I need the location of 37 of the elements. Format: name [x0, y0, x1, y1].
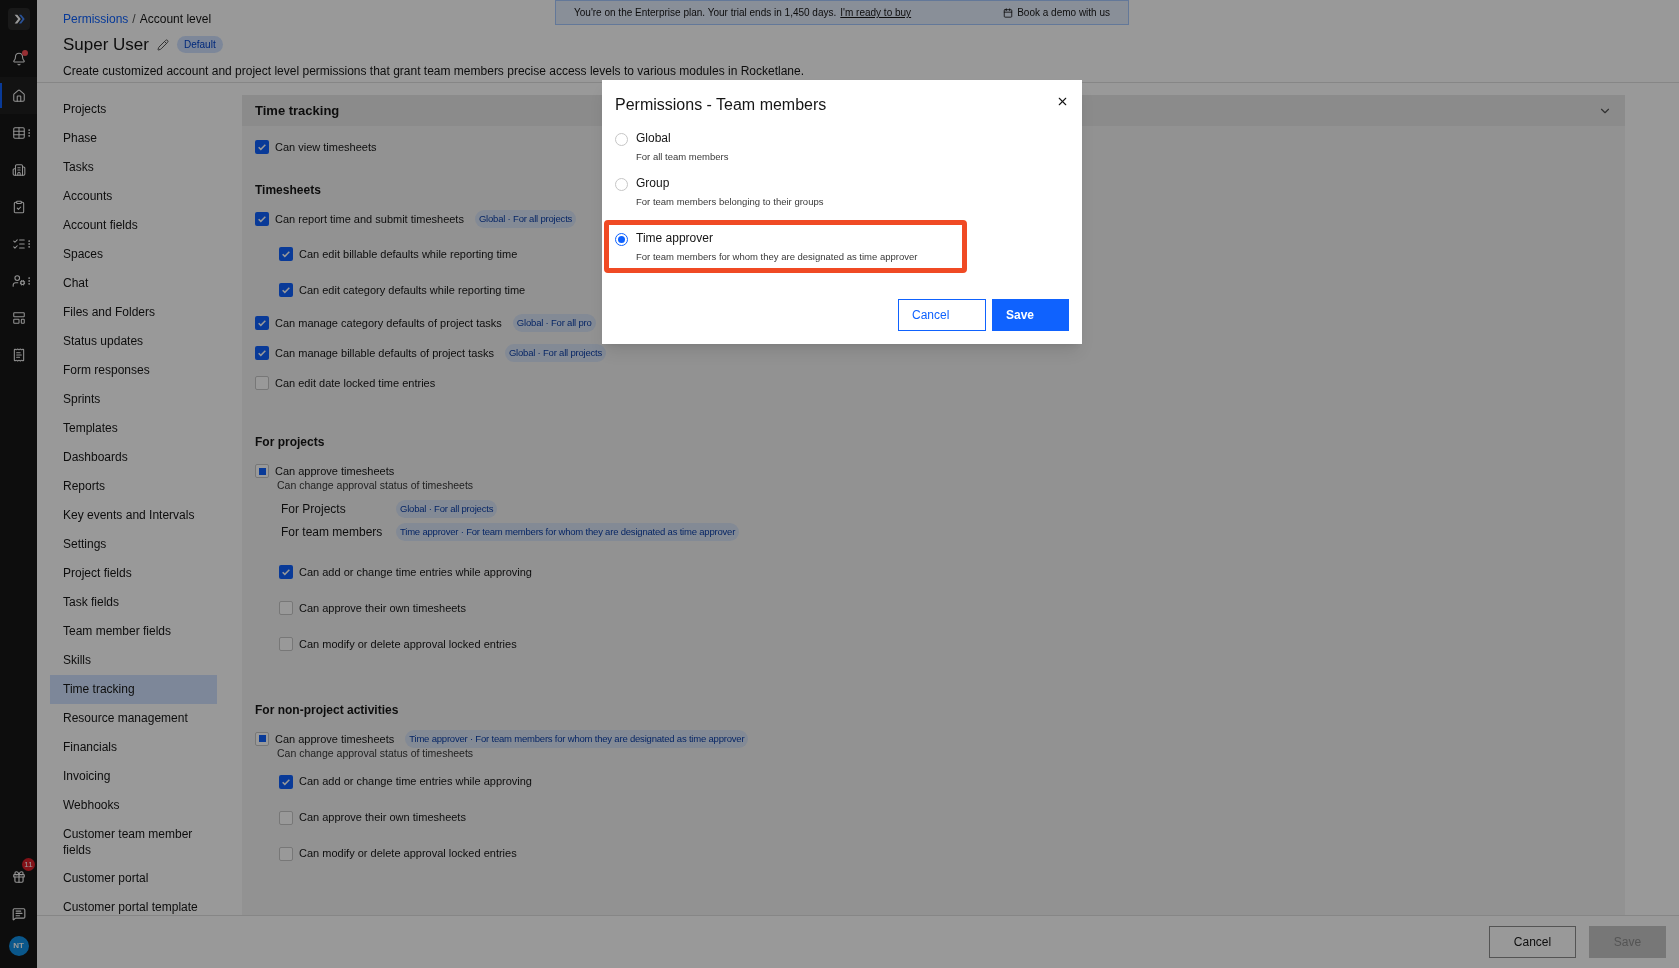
option-description: For all team members: [636, 150, 729, 164]
count-badge: 11: [22, 858, 35, 871]
group-heading: For non-project activities: [255, 701, 399, 719]
section-title: Time tracking: [255, 101, 340, 120]
trial-message: You're on the Enterprise plan. Your trial ends in 1,450 days.: [574, 6, 837, 20]
permission-label: Can edit date locked time entries: [275, 375, 436, 391]
permission-label: Can edit category defaults while reporting time: [299, 282, 526, 298]
default-tag: Default: [177, 36, 223, 54]
permission-label: Can manage billable defaults of project tasks: [275, 345, 494, 361]
permission-hint: Can change approval status of timesheets: [276, 478, 475, 493]
permission-label: Can approve their own timesheets: [299, 600, 466, 616]
group-heading: For projects: [255, 434, 325, 451]
permission-hint: Can change approval status of timesheets: [276, 745, 475, 761]
option-description: For team members for whom they are designated as time approver: [636, 249, 918, 264]
group-heading: Timesheets: [255, 182, 321, 199]
page-description: Create customized account and project level permissions that grant team members precise access levels to various modules in Rocketlane.: [63, 62, 805, 80]
option-label: Group: [636, 175, 671, 193]
dialog-title: Permissions - Team members: [615, 95, 827, 115]
permission-label: Can view timesheets: [275, 139, 377, 155]
breadcrumb-current: Account level: [139, 11, 212, 28]
option-label: Global: [636, 130, 672, 147]
breadcrumb-separator: /: [132, 11, 136, 28]
scope-label: For Projects: [281, 501, 347, 519]
permission-label: Can approve timesheets: [275, 731, 395, 747]
permission-label: Can edit billable defaults while reporting time: [299, 246, 518, 262]
permission-label: Can modify or delete approval locked entries: [299, 846, 517, 862]
permission-label: Can add or change time entries while approving: [299, 564, 532, 580]
page-title: Super User: [63, 34, 149, 56]
option-description: For team members belonging to their groups: [636, 195, 824, 210]
permission-label: Can manage category defaults of project tasks: [275, 315, 502, 331]
permission-label: Can modify or delete approval locked entries: [299, 636, 517, 652]
permission-label: Can report time and submit timesheets: [275, 211, 464, 227]
option-label: Time approver: [636, 229, 714, 247]
permission-label: Can approve their own timesheets: [299, 810, 466, 826]
permission-label: Can approve timesheets: [275, 463, 395, 479]
permission-label: Can add or change time entries while approving: [299, 774, 532, 790]
scope-label: For team members: [281, 524, 384, 542]
